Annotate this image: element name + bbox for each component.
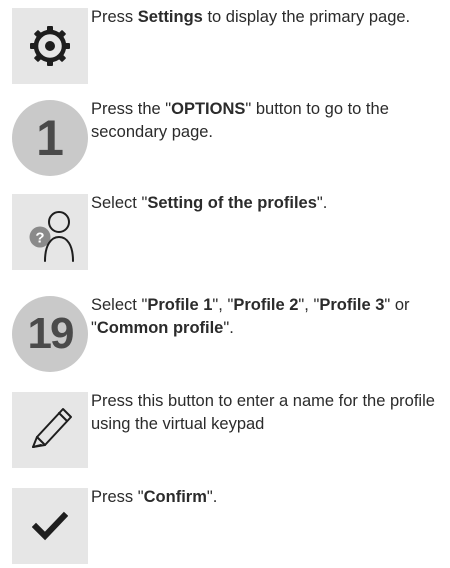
step-profiles-setting-text: Select "Setting of the profiles". xyxy=(91,194,328,212)
settings-icon-box xyxy=(12,8,88,84)
step-enter-name: Press this button to enter a name for th… xyxy=(12,392,442,472)
step-number-badge: 1 xyxy=(12,100,88,176)
question-mark: ? xyxy=(35,230,44,247)
step-settings: Press Settings to display the primary pa… xyxy=(12,8,442,88)
step-settings-text: Press Settings to display the primary pa… xyxy=(91,8,411,26)
profile-question-icon: ? xyxy=(29,211,74,262)
step-select-profile-text: Select "Profile 1", "Profile 2", "Profil… xyxy=(91,296,410,337)
pencil-icon-box xyxy=(12,392,88,468)
step-enter-name-text: Press this button to enter a name for th… xyxy=(91,392,435,433)
step-profiles-setting: ? Select "Setting of the profiles". xyxy=(12,194,442,274)
step-confirm-text: Press "Confirm". xyxy=(91,488,218,506)
pencil-icon xyxy=(32,408,72,448)
confirm-icon-box xyxy=(12,488,88,564)
step-select-profile: 19 Select "Profile 1", "Profile 2", "Pro… xyxy=(12,296,442,376)
step-confirm: Press "Confirm". xyxy=(12,488,442,568)
step-options: 1 Press the "OPTIONS" button to go to th… xyxy=(12,100,442,180)
settings-gear-icon xyxy=(30,26,70,66)
step-number-badge: 19 xyxy=(12,296,88,372)
checkmark-icon xyxy=(32,511,68,541)
step-options-text: Press the "OPTIONS" button to go to the … xyxy=(91,100,389,141)
profile-icon-box: ? xyxy=(12,194,88,270)
